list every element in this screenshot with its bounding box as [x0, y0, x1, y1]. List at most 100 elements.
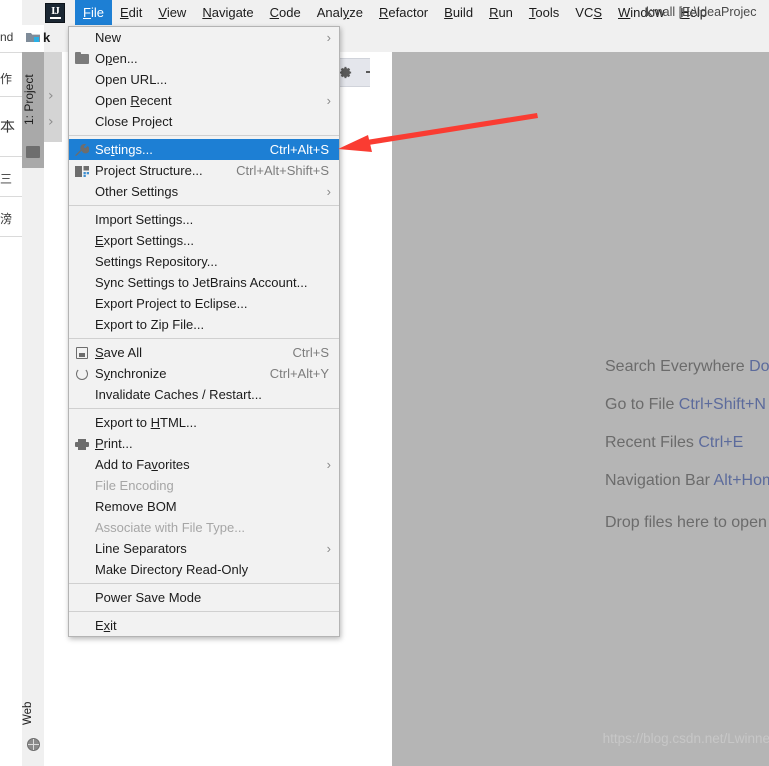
menu-item-label: File Encoding [95, 478, 174, 493]
hint-shortcut: Ctrl+E [693, 434, 744, 451]
screenshot-root: nd 作 本 三 滂 IJ File Edit View Navigate Code An… [0, 0, 769, 766]
menu-item-label: Make Directory Read-Only [95, 562, 249, 577]
print-icon [75, 437, 90, 451]
menu-item-label: Invalidate Caches / Restart... [95, 387, 262, 402]
menu-item-label: New [95, 30, 122, 45]
menu-item-label: Settings Repository... [95, 254, 218, 269]
menubar-item-view[interactable]: View [150, 0, 194, 25]
hint-label: Navigation Bar [605, 472, 710, 489]
collapse-arrow-column: › › [44, 52, 62, 142]
menu-item-synchronize[interactable]: Synchronize Ctrl+Alt+Y [69, 363, 339, 384]
menu-item-label: Associate with File Type... [95, 520, 246, 535]
menubar-item-run[interactable]: Run [481, 0, 521, 25]
menubar-item-analyze[interactable]: Analyze [309, 0, 371, 25]
menu-item-label: Export Project to Eclipse... [95, 296, 248, 311]
menu-item-associate-with-file-type: Associate with File Type... [69, 517, 339, 538]
menu-item-open[interactable]: Open... [69, 48, 339, 69]
intellij-idea-logo-icon: IJ [45, 3, 65, 23]
menu-item-label: Import Settings... [95, 212, 194, 227]
menu-item-label: Remove BOM [95, 499, 177, 514]
chevron-right-icon[interactable]: › [48, 88, 54, 104]
editor-hint-0: Search Everywhere Doub [605, 358, 769, 376]
menu-item-invalidate-caches-restart[interactable]: Invalidate Caches / Restart... [69, 384, 339, 405]
menu-item-label: Export to Zip File... [95, 317, 205, 332]
menu-item-export-settings[interactable]: Export Settings... [69, 230, 339, 251]
menu-separator [69, 135, 339, 136]
menu-item-export-to-zip-file[interactable]: Export to Zip File... [69, 314, 339, 335]
menubar-item-build[interactable]: Build [436, 0, 481, 25]
menu-item-export-project-to-eclipse[interactable]: Export Project to Eclipse... [69, 293, 339, 314]
menubar-item-edit[interactable]: Edit [112, 0, 150, 25]
background-divider [0, 96, 22, 97]
menu-item-project-structure[interactable]: Project Structure... Ctrl+Alt+Shift+S [69, 160, 339, 181]
menu-separator [69, 611, 339, 612]
editor-hint-1: Go to File Ctrl+Shift+N [605, 396, 766, 414]
hint-label: Drop files here to open [605, 514, 767, 531]
chevron-right-icon: › [326, 30, 331, 45]
menu-item-label: Save All [95, 345, 142, 360]
menu-bar: IJ File Edit View Navigate Code Analyze Refact… [22, 0, 769, 26]
menu-item-label: Line Separators [95, 541, 187, 556]
editor-hint-2: Recent Files Ctrl+E [605, 434, 743, 452]
chevron-right-icon: › [326, 184, 331, 199]
hint-label: Recent Files [605, 434, 694, 451]
menubar-item-code[interactable]: Code [262, 0, 309, 25]
menubar-item-refactor[interactable]: Refactor [371, 0, 436, 25]
module-icon [75, 164, 90, 178]
menu-item-label: Power Save Mode [95, 590, 202, 605]
menu-item-label: Export Settings... [95, 233, 194, 248]
menu-item-label: Settings... [95, 142, 153, 157]
menubar-item-tools[interactable]: Tools [521, 0, 567, 25]
editor-gutter [370, 52, 392, 766]
background-text-1: 作 [0, 72, 13, 86]
background-divider [0, 236, 22, 237]
sidebar-item-project[interactable]: 1: Project [22, 52, 44, 168]
gear-icon[interactable] [338, 65, 353, 80]
menu-item-exit[interactable]: Exit [69, 615, 339, 636]
hint-shortcut: Doub [749, 358, 769, 375]
menu-item-power-save-mode[interactable]: Power Save Mode [69, 587, 339, 608]
menu-item-label: Open... [95, 51, 138, 66]
menu-item-settings[interactable]: Settings... Ctrl+Alt+S [69, 139, 339, 160]
menu-item-label: Exit [95, 618, 117, 633]
hint-label: Go to File [605, 396, 675, 413]
menu-item-new[interactable]: New › [69, 27, 339, 48]
menu-item-save-all[interactable]: Save All Ctrl+S [69, 342, 339, 363]
background-divider [0, 52, 22, 53]
menu-item-file-encoding: File Encoding [69, 475, 339, 496]
menu-item-line-separators[interactable]: Line Separators › [69, 538, 339, 559]
menu-item-label: Open URL... [95, 72, 168, 87]
editor-hint-3: Navigation Bar Alt+Hom [605, 472, 769, 490]
menu-item-add-to-favorites[interactable]: Add to Favorites › [69, 454, 339, 475]
file-menu-dropdown[interactable]: New › Open... Open URL... Open Recent › Close … [68, 26, 340, 637]
folder-icon [75, 52, 90, 66]
menubar-item-vcs[interactable]: VCS [567, 0, 610, 25]
menubar-item-navigate[interactable]: Navigate [194, 0, 261, 25]
menu-item-label: Synchronize [95, 366, 167, 381]
background-divider [0, 196, 22, 197]
menu-item-open-recent[interactable]: Open Recent › [69, 90, 339, 111]
menu-separator [69, 408, 339, 409]
menu-item-make-directory-read-only[interactable]: Make Directory Read-Only [69, 559, 339, 580]
menu-separator [69, 205, 339, 206]
tool-window-tab-column: 1: Project Web [22, 52, 45, 766]
sidebar-item-web[interactable]: Web [22, 692, 44, 766]
menu-item-print[interactable]: Print... [69, 433, 339, 454]
background-divider [0, 156, 22, 157]
menu-item-sync-settings-to-jetbrains-account[interactable]: Sync Settings to JetBrains Account... [69, 272, 339, 293]
menu-item-remove-bom[interactable]: Remove BOM [69, 496, 339, 517]
chevron-right-icon[interactable]: › [48, 114, 54, 130]
menu-item-export-to-html[interactable]: Export to HTML... [69, 412, 339, 433]
project-tab-folder-icon [26, 146, 40, 158]
hint-shortcut: Ctrl+Shift+N [674, 396, 766, 413]
save-icon [75, 346, 90, 360]
menu-item-label: Export to HTML... [95, 415, 197, 430]
menu-item-settings-repository[interactable]: Settings Repository... [69, 251, 339, 272]
chevron-right-icon: › [326, 457, 331, 472]
menu-item-other-settings[interactable]: Other Settings › [69, 181, 339, 202]
menu-item-close-project[interactable]: Close Project [69, 111, 339, 132]
menu-item-label: Print... [95, 436, 133, 451]
menu-item-open-url[interactable]: Open URL... [69, 69, 339, 90]
menubar-item-file[interactable]: File [75, 0, 112, 25]
menu-item-import-settings[interactable]: Import Settings... [69, 209, 339, 230]
